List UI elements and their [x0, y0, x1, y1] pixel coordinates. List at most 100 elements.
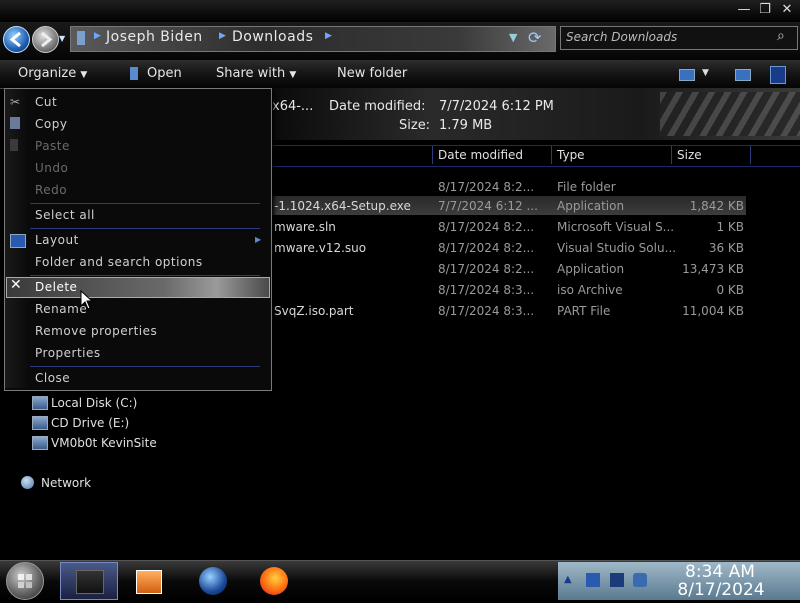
table-row[interactable]: mware.v12.suo 8/17/2024 8:2... Visual St… [270, 239, 746, 258]
file-type: Visual Studio Solu... [557, 241, 677, 255]
menu-item-undo: Undo [35, 161, 69, 175]
explorer-icon [76, 570, 104, 594]
recent-pages-dropdown[interactable]: ▼ [59, 34, 65, 43]
firefox-icon [260, 567, 288, 595]
show-hidden-icons[interactable]: ▲ [564, 574, 572, 585]
file-name: mware.v12.suo [274, 241, 367, 255]
column-separator[interactable] [750, 146, 751, 164]
file-date: 8/17/2024 8:3... [438, 304, 535, 318]
column-size[interactable]: Size [677, 148, 702, 162]
organize-label: Organize [18, 66, 77, 81]
network-drive-icon [32, 436, 48, 450]
search-icon[interactable]: ⌕ [777, 28, 785, 44]
submenu-arrow-icon: ▶ [255, 235, 262, 244]
browser-globe-icon [199, 567, 227, 595]
details-filename: x64-... [272, 99, 314, 114]
breadcrumb-arrow-icon[interactable]: ▶ [219, 31, 226, 41]
close-button[interactable]: ✕ [778, 2, 796, 18]
nav-network[interactable]: Network [41, 476, 91, 490]
file-rows: 8/17/2024 8:2... File folder -1.1024.x64… [270, 174, 800, 321]
column-separator[interactable] [432, 146, 433, 164]
table-row[interactable]: mware.sln 8/17/2024 8:2... Microsoft Vis… [270, 218, 746, 237]
new-folder-button[interactable]: New folder [337, 66, 407, 81]
layout-icon [10, 234, 26, 248]
monitor-tray-icon[interactable] [610, 573, 624, 587]
file-name: -1.1024.x64-Setup.exe [274, 199, 411, 213]
organize-button[interactable]: Organize ▼ [18, 66, 87, 81]
preview-pane-icon[interactable] [735, 69, 751, 81]
clock-time[interactable]: 8:34 AM [660, 562, 780, 582]
view-dropdown-icon[interactable]: ▼ [702, 68, 709, 78]
taskbar-explorer-button[interactable] [60, 562, 118, 600]
breadcrumb-downloads[interactable]: Downloads [232, 29, 313, 45]
breadcrumb-arrow-icon[interactable]: ▶ [325, 31, 332, 41]
share-with-label: Share with [216, 66, 286, 81]
file-type: File folder [557, 180, 616, 194]
menu-item-select-all[interactable]: Select all [35, 208, 95, 222]
nav-local-disk[interactable]: Local Disk (C:) [51, 396, 137, 410]
nav-cd-drive[interactable]: CD Drive (E:) [51, 416, 129, 430]
menu-item-paste: Paste [35, 139, 70, 153]
menu-item-redo: Redo [35, 183, 68, 197]
file-type: iso Archive [557, 283, 623, 297]
table-row[interactable]: 8/17/2024 8:2... File folder [270, 178, 746, 197]
local-disk-icon [32, 396, 48, 410]
chevron-down-icon: ▼ [289, 70, 297, 80]
file-type: PART File [557, 304, 611, 318]
file-date: 8/17/2024 8:2... [438, 262, 535, 276]
breadcrumb-user[interactable]: Joseph Biden [106, 29, 203, 45]
menu-item-properties[interactable]: Properties [35, 346, 101, 360]
menu-item-delete[interactable]: Delete [35, 280, 77, 294]
menu-item-copy[interactable]: Copy [35, 117, 67, 131]
windows-logo-icon [18, 574, 32, 588]
column-date-modified[interactable]: Date modified [438, 148, 523, 162]
file-date: 8/17/2024 8:2... [438, 220, 535, 234]
file-size: 13,473 KB [682, 262, 744, 276]
help-icon[interactable] [770, 66, 786, 84]
taskbar-media-button[interactable] [120, 562, 176, 598]
back-button[interactable] [3, 26, 30, 53]
nav-vm-share[interactable]: VM0b0t KevinSite [51, 436, 157, 450]
column-separator[interactable] [671, 146, 672, 164]
refresh-icon[interactable]: ⟳ [528, 28, 541, 47]
table-row[interactable]: 8/17/2024 8:3... iso Archive 0 KB [270, 281, 746, 300]
volume-tray-icon[interactable] [633, 573, 647, 587]
delete-icon: ✕ [10, 277, 22, 293]
file-size: 1,842 KB [689, 199, 744, 213]
menu-item-folder-options[interactable]: Folder and search options [35, 255, 203, 269]
cd-drive-icon [32, 416, 48, 430]
menu-item-close[interactable]: Close [35, 371, 70, 385]
folder-icon [77, 31, 85, 45]
clock-date[interactable]: 8/17/2024 [657, 580, 785, 600]
menu-separator [30, 275, 260, 276]
minimize-button[interactable]: — [735, 2, 753, 18]
details-size-value: 1.79 MB [439, 118, 493, 133]
table-row[interactable]: 8/17/2024 8:2... Application 13,473 KB [270, 260, 746, 279]
taskbar-ie-button[interactable] [185, 562, 241, 598]
menu-item-layout[interactable]: Layout [35, 233, 79, 247]
column-separator[interactable] [551, 146, 552, 164]
table-row[interactable]: -1.1024.x64-Setup.exe 7/7/2024 6:12 ... … [270, 197, 746, 216]
menu-separator [30, 203, 260, 204]
restore-button[interactable]: ❐ [756, 2, 774, 18]
details-date-label: Date modified: [329, 99, 426, 114]
details-date-value: 7/7/2024 6:12 PM [439, 99, 554, 114]
open-button[interactable]: Open [147, 66, 182, 81]
share-with-button[interactable]: Share with ▼ [216, 66, 296, 81]
column-type[interactable]: Type [557, 148, 585, 162]
address-dropdown-icon[interactable]: ▼ [509, 31, 517, 44]
table-row[interactable]: SvqZ.iso.part 8/17/2024 8:3... PART File… [270, 302, 746, 321]
file-date: 8/17/2024 8:2... [438, 241, 535, 255]
menu-item-cut[interactable]: Cut [35, 95, 57, 109]
network-tray-icon[interactable] [586, 573, 600, 587]
file-size: 11,004 KB [682, 304, 744, 318]
view-icon[interactable] [679, 69, 695, 81]
network-icon [21, 476, 34, 489]
breadcrumb-arrow-icon[interactable]: ▶ [94, 31, 101, 41]
taskbar-firefox-button[interactable] [245, 562, 301, 598]
start-button[interactable] [6, 562, 44, 600]
copy-icon [10, 117, 20, 129]
forward-button[interactable] [32, 26, 59, 53]
menu-item-remove-properties[interactable]: Remove properties [35, 324, 157, 338]
mouse-cursor-icon [80, 290, 92, 310]
